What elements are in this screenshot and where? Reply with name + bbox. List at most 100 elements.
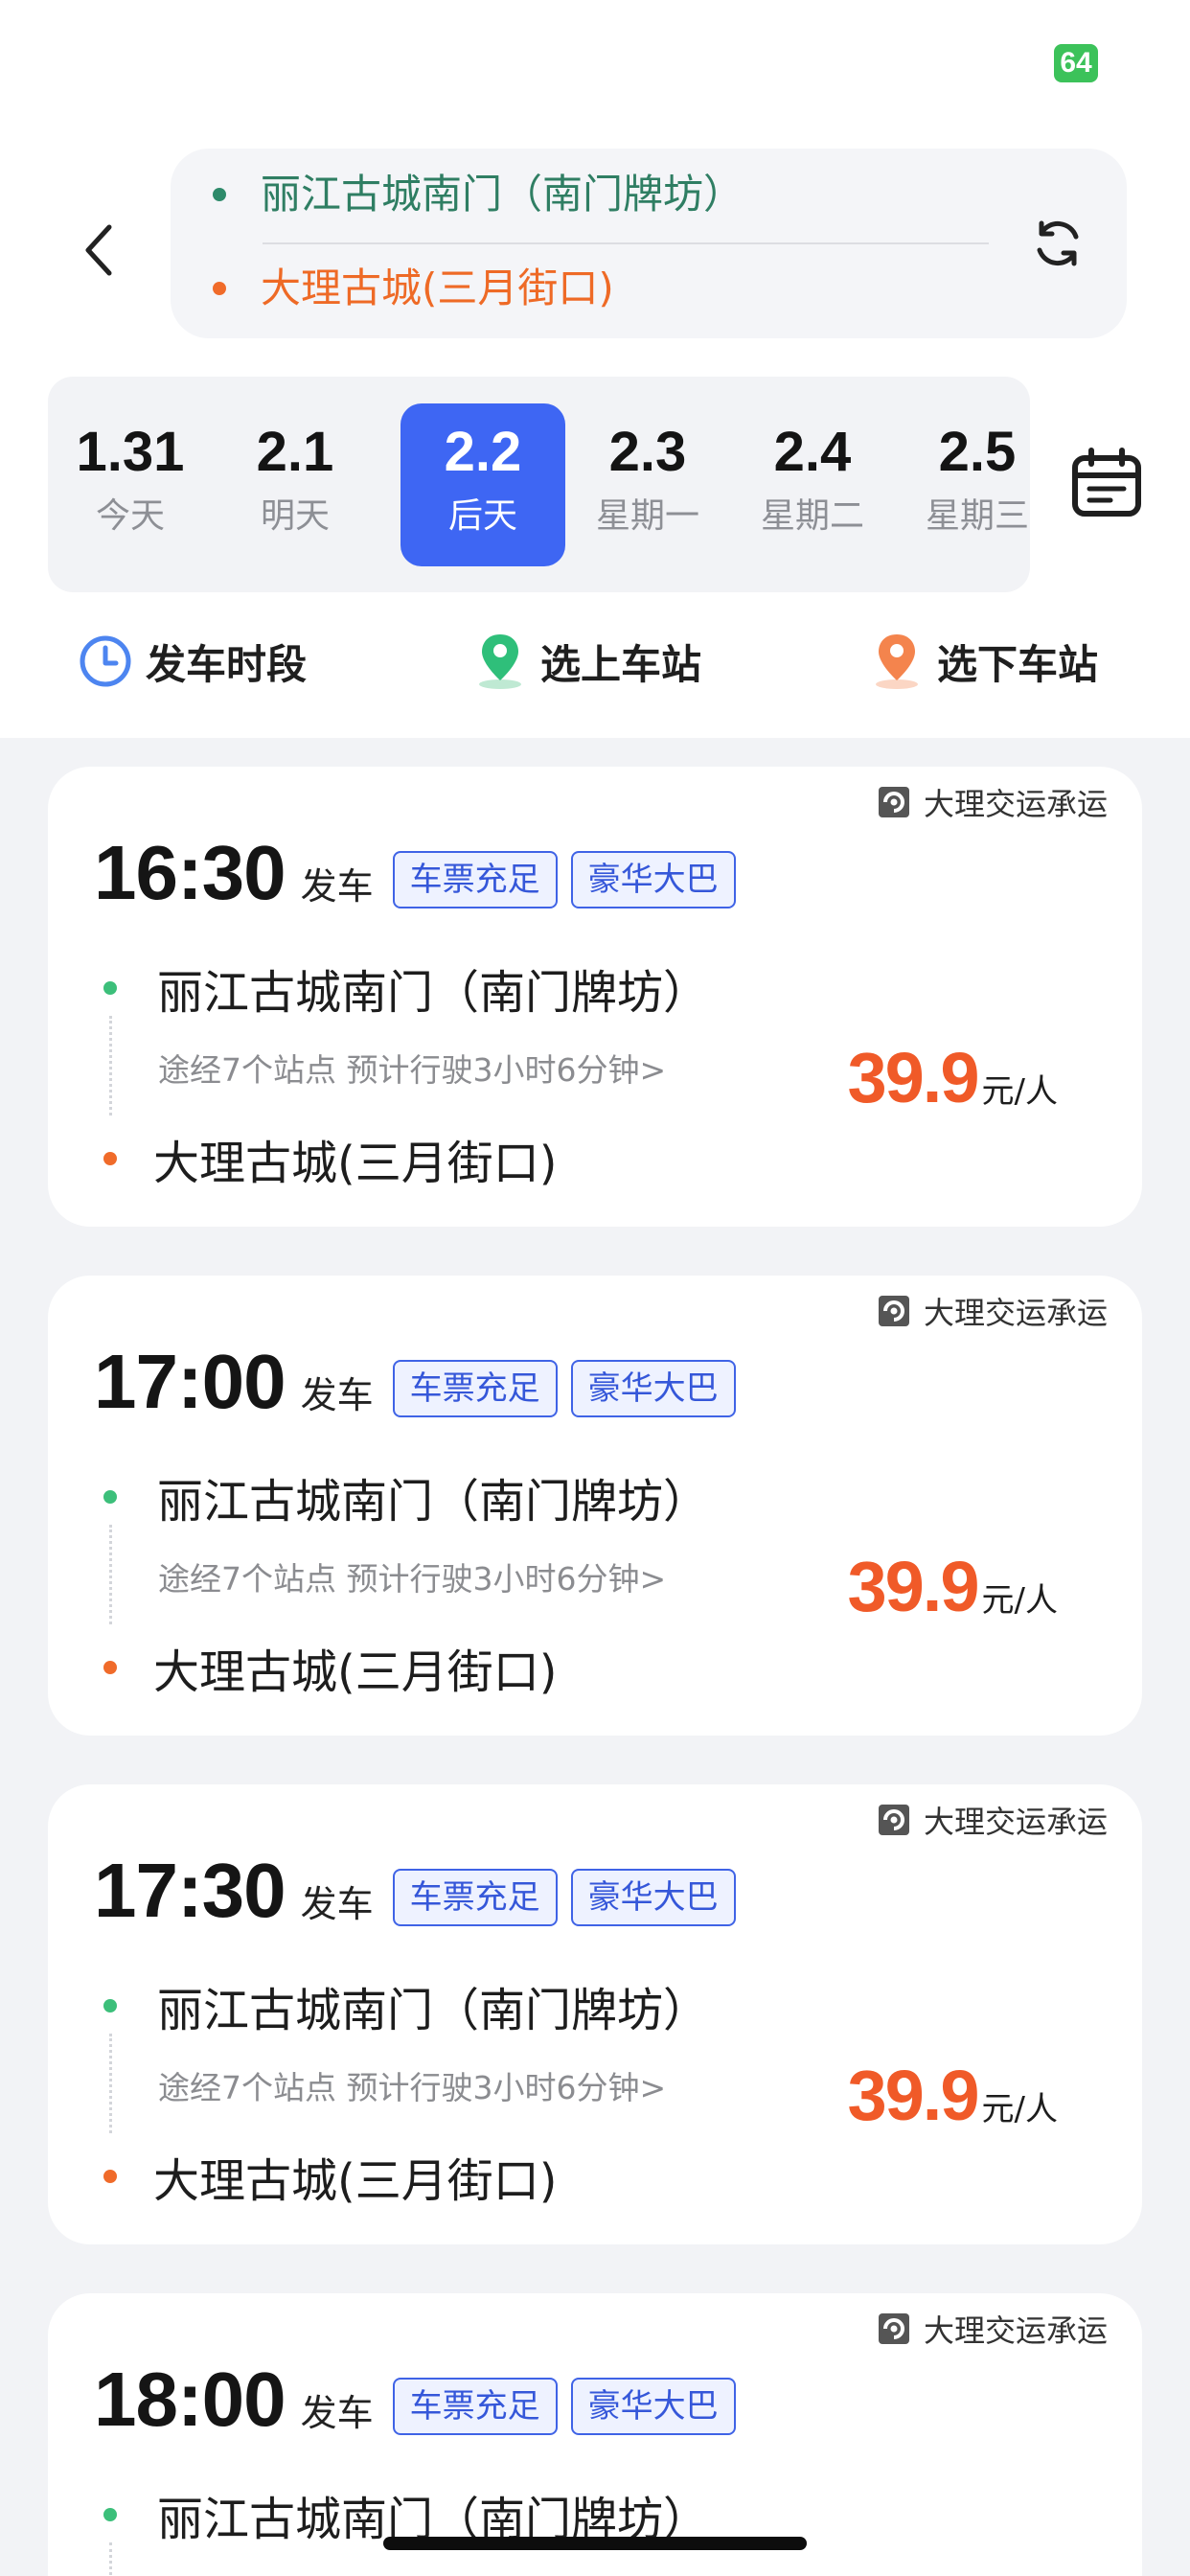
price-value: 39.9 xyxy=(847,2056,980,2135)
operator: 大理交运承运 xyxy=(878,1798,1108,1842)
price: 39.9 元/人 xyxy=(848,1546,1059,1627)
calendar-button[interactable] xyxy=(1067,443,1146,523)
date-label: 星期三 xyxy=(925,496,1029,536)
origin-dot xyxy=(103,2508,117,2521)
departure-time: 17:00 xyxy=(94,1339,286,1424)
date-number: 2.1 xyxy=(256,421,334,483)
filter-label: 发车时段 xyxy=(146,640,308,688)
ticket-status-tag: 车票充足 xyxy=(392,851,558,908)
price: 39.9 元/人 xyxy=(848,1037,1059,1118)
ticket-status-tag: 车票充足 xyxy=(392,1869,558,1926)
destination-stop: 大理古城(三月街口) xyxy=(103,2143,557,2210)
departure-time: 18:00 xyxy=(94,2357,286,2442)
chevron-left-icon xyxy=(85,224,112,276)
ticket-status-tag: 车票充足 xyxy=(392,2378,558,2435)
price-unit: 元/人 xyxy=(981,1072,1058,1111)
operator-logo-icon xyxy=(878,1295,910,1327)
operator: 大理交运承运 xyxy=(878,2307,1108,2351)
filter-departure-time[interactable]: 发车时段 xyxy=(77,631,307,692)
destination-dot xyxy=(213,282,226,295)
route-line xyxy=(109,2034,112,2133)
origin-dot xyxy=(213,188,226,201)
price-value: 39.9 xyxy=(847,1038,980,1117)
destination-stop: 大理古城(三月街口) xyxy=(103,1125,557,1192)
date-item-selected[interactable]: 2.2 后天 xyxy=(400,403,565,566)
date-item[interactable]: 2.1 明天 xyxy=(213,403,378,566)
filter-bar: 发车时段 选上车站 选下车站 xyxy=(0,613,1190,709)
trip-card[interactable]: 大理交运承运 18:00 发车 车票充足 豪华大巴 丽江古城南门（南门牌坊） xyxy=(48,2293,1142,2576)
operator: 大理交运承运 xyxy=(878,1289,1108,1333)
departure-row: 16:30 发车 车票充足 豪华大巴 xyxy=(94,830,736,916)
dropoff-pin-icon xyxy=(868,631,926,692)
date-item[interactable]: 2.3 星期一 xyxy=(565,403,730,566)
destination-stop-name: 大理古城(三月街口) xyxy=(153,1645,558,1699)
destination-dot xyxy=(103,2170,117,2183)
date-number: 2.2 xyxy=(444,421,522,483)
clock-icon xyxy=(77,631,134,692)
departure-label: 发车 xyxy=(300,1882,374,1925)
date-label: 星期一 xyxy=(595,496,699,536)
swap-icon xyxy=(1037,220,1079,266)
date-number: 2.4 xyxy=(773,421,852,483)
destination-stop-name: 大理古城(三月街口) xyxy=(153,2154,558,2208)
swap-route-button[interactable] xyxy=(1026,212,1089,275)
operator-name: 大理交运承运 xyxy=(923,786,1108,822)
price-unit: 元/人 xyxy=(981,2090,1058,2128)
route-destination-label: 大理古城(三月街口) xyxy=(261,264,614,311)
destination-stop-name: 大理古城(三月街口) xyxy=(153,1137,558,1190)
filter-pickup-station[interactable]: 选上车站 xyxy=(471,631,701,692)
origin-stop: 丽江古城南门（南门牌坊） xyxy=(103,954,709,1022)
trip-card[interactable]: 大理交运承运 16:30 发车 车票充足 豪华大巴 丽江古城南门（南门牌坊） 途… xyxy=(48,767,1142,1227)
route-line xyxy=(109,2542,112,2576)
departure-time: 16:30 xyxy=(94,830,286,915)
route-destination[interactable]: 大理古城(三月街口) xyxy=(213,264,614,313)
origin-stop-name: 丽江古城南门（南门牌坊） xyxy=(157,966,710,1020)
filter-label: 选上车站 xyxy=(540,640,702,688)
operator-name: 大理交运承运 xyxy=(923,1804,1108,1840)
price-unit: 元/人 xyxy=(981,1581,1058,1620)
origin-stop: 丽江古城南门（南门牌坊） xyxy=(103,1463,709,1530)
operator: 大理交运承运 xyxy=(878,780,1108,824)
date-item[interactable]: 2.5 星期三 xyxy=(895,403,1030,566)
filter-dropoff-station[interactable]: 选下车站 xyxy=(868,631,1098,692)
bus-type-tag: 豪华大巴 xyxy=(570,2378,736,2435)
date-number: 1.31 xyxy=(76,421,185,483)
back-button[interactable] xyxy=(75,217,123,284)
date-number: 2.3 xyxy=(608,421,687,483)
departure-row: 17:00 发车 车票充足 豪华大巴 xyxy=(94,1339,736,1425)
departure-time: 17:30 xyxy=(94,1848,286,1933)
operator-logo-icon xyxy=(878,2312,910,2345)
price-value: 39.9 xyxy=(847,1547,980,1626)
date-item[interactable]: 1.31 今天 xyxy=(48,403,213,566)
departure-row: 18:00 发车 车票充足 豪华大巴 xyxy=(94,2357,736,2443)
route-details-link[interactable]: 途经7个站点 预计行驶3小时6分钟> xyxy=(158,1045,666,1091)
home-indicator xyxy=(383,2537,807,2550)
route-line xyxy=(109,1016,112,1116)
date-label: 星期二 xyxy=(760,496,864,536)
route-details-link[interactable]: 途经7个站点 预计行驶3小时6分钟> xyxy=(158,2062,666,2108)
filter-label: 选下车站 xyxy=(937,640,1099,688)
departure-label: 发车 xyxy=(300,864,374,908)
route-origin-label: 丽江古城南门（南门牌坊） xyxy=(261,171,744,218)
date-item[interactable]: 2.4 星期二 xyxy=(730,403,895,566)
price: 39.9 元/人 xyxy=(848,2055,1059,2136)
ticket-status-tag: 车票充足 xyxy=(392,1360,558,1417)
bus-type-tag: 豪华大巴 xyxy=(570,1869,736,1926)
date-label: 明天 xyxy=(260,496,330,536)
bus-type-tag: 豪华大巴 xyxy=(570,851,736,908)
destination-dot xyxy=(103,1661,117,1674)
origin-dot xyxy=(103,981,117,995)
operator-logo-icon xyxy=(878,1804,910,1836)
origin-dot xyxy=(103,1490,117,1504)
departure-row: 17:30 发车 车票充足 豪华大巴 xyxy=(94,1848,736,1934)
route-selector[interactable]: 丽江古城南门（南门牌坊） 大理古城(三月街口) xyxy=(171,149,1127,338)
trip-card[interactable]: 大理交运承运 17:30 发车 车票充足 豪华大巴 丽江古城南门（南门牌坊） 途… xyxy=(48,1784,1142,2244)
route-details-link[interactable]: 途经7个站点 预计行驶3小时6分钟> xyxy=(158,1553,666,1599)
operator-logo-icon xyxy=(878,786,910,818)
pickup-pin-icon xyxy=(471,631,529,692)
departure-label: 发车 xyxy=(300,1373,374,1416)
origin-dot xyxy=(103,1999,117,2012)
route-origin[interactable]: 丽江古城南门（南门牌坊） xyxy=(213,170,744,219)
date-selector: 1.31 今天 2.1 明天 2.2 后天 2.3 星期一 2.4 星期二 2.… xyxy=(48,377,1030,592)
trip-card[interactable]: 大理交运承运 17:00 发车 车票充足 豪华大巴 丽江古城南门（南门牌坊） 途… xyxy=(48,1276,1142,1736)
